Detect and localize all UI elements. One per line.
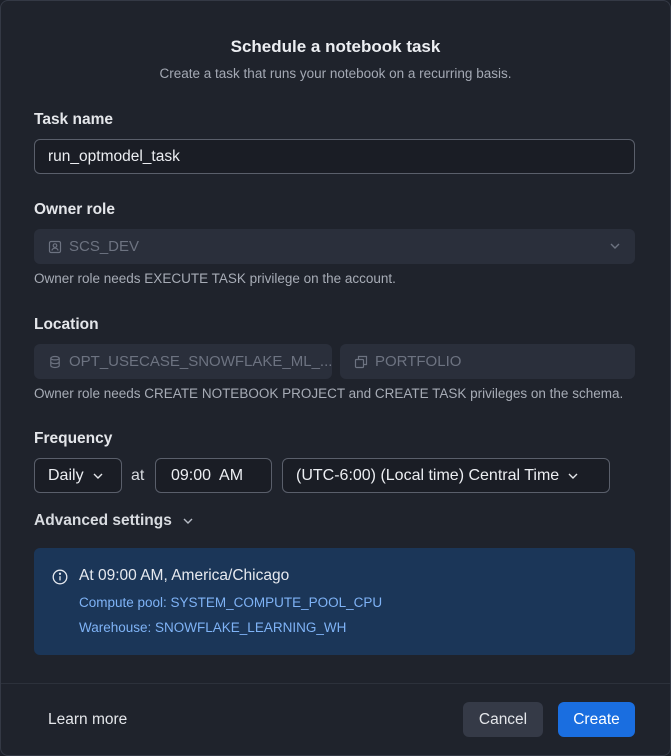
time-value: 09:00 AM bbox=[171, 466, 244, 484]
footer-divider bbox=[1, 683, 670, 684]
timezone-select[interactable]: (UTC-6:00) (Local time) Central Time bbox=[282, 458, 610, 493]
location-schema-select: PORTFOLIO bbox=[340, 344, 635, 379]
info-icon bbox=[52, 569, 68, 585]
chevron-down-icon bbox=[183, 518, 193, 524]
dialog-title: Schedule a notebook task bbox=[230, 37, 441, 56]
cancel-button[interactable]: Cancel bbox=[463, 702, 543, 737]
advanced-settings-toggle[interactable]: Advanced settings bbox=[34, 512, 194, 530]
owner-role-hint: Owner role needs EXECUTE TASK privilege … bbox=[34, 271, 396, 286]
frequency-label: Frequency bbox=[34, 430, 113, 447]
database-icon bbox=[50, 355, 60, 368]
schedule-summary-box: At 09:00 AM, America/Chicago Compute poo… bbox=[34, 548, 635, 655]
schedule-summary-title: At 09:00 AM, America/Chicago bbox=[79, 567, 290, 584]
warehouse-text: Warehouse: SNOWFLAKE_LEARNING_WH bbox=[79, 620, 347, 635]
chevron-down-icon bbox=[610, 243, 620, 249]
learn-more-link[interactable]: Learn more bbox=[48, 711, 127, 729]
at-label: at bbox=[131, 467, 145, 484]
location-hint: Owner role needs CREATE NOTEBOOK PROJECT… bbox=[34, 386, 624, 401]
advanced-settings-label: Advanced settings bbox=[34, 512, 172, 529]
compute-pool-text: Compute pool: SYSTEM_COMPUTE_POOL_CPU bbox=[79, 595, 383, 610]
chevron-down-icon bbox=[93, 473, 103, 479]
location-schema-value: PORTFOLIO bbox=[375, 353, 462, 370]
frequency-interval-value: Daily bbox=[48, 466, 84, 484]
location-database-select: OPT_USECASE_SNOWFLAKE_ML_... bbox=[34, 344, 332, 379]
location-label: Location bbox=[34, 316, 99, 333]
dialog-subtitle: Create a task that runs your notebook on… bbox=[159, 66, 512, 81]
timezone-value: (UTC-6:00) (Local time) Central Time bbox=[296, 466, 560, 484]
frequency-interval-select[interactable]: Daily bbox=[34, 458, 122, 493]
owner-role-value: SCS_DEV bbox=[69, 238, 140, 255]
task-name-input[interactable] bbox=[34, 139, 635, 174]
schema-icon bbox=[354, 355, 368, 368]
time-input[interactable]: 09:00 AM bbox=[155, 458, 272, 493]
schedule-task-dialog: Schedule a notebook task Create a task t… bbox=[0, 0, 671, 756]
owner-role-label: Owner role bbox=[34, 201, 115, 218]
create-button[interactable]: Create bbox=[558, 702, 635, 737]
task-name-label: Task name bbox=[34, 111, 113, 128]
location-database-value: OPT_USECASE_SNOWFLAKE_ML_... bbox=[69, 353, 332, 370]
role-icon bbox=[48, 240, 62, 253]
chevron-down-icon bbox=[568, 473, 578, 479]
owner-role-select: SCS_DEV bbox=[34, 229, 635, 264]
